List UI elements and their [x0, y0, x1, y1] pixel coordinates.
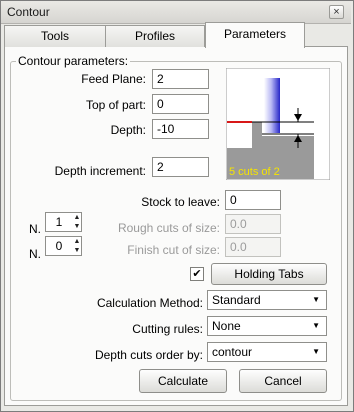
tab-tools[interactable]: Tools — [4, 25, 106, 47]
window-title: Contour — [7, 5, 50, 19]
tab-parameters[interactable]: Parameters — [205, 22, 305, 48]
title-bar[interactable]: Contour × — [1, 1, 351, 24]
spin-up-icon[interactable]: ▲ — [72, 237, 82, 246]
spin-down-icon[interactable]: ▼ — [72, 222, 82, 231]
rough-cuts-field[interactable]: 0.0 — [225, 214, 281, 234]
cutting-rules-value: None — [212, 319, 241, 333]
group-title: Contour parameters: — [16, 54, 131, 68]
chevron-down-icon: ▼ — [312, 295, 320, 304]
depth-cuts-order-value: contour — [212, 345, 253, 359]
tool-shape — [264, 78, 280, 133]
close-button[interactable]: × — [329, 5, 344, 19]
finish-count-value: 0 — [55, 239, 63, 253]
finish-cut-label: Finish cut of size: — [127, 243, 220, 257]
cancel-button[interactable]: Cancel — [239, 369, 327, 393]
stock-to-leave-label: Stock to leave: — [141, 195, 220, 209]
depth-field[interactable]: -10 — [152, 119, 209, 139]
cutting-rules-select[interactable]: None ▼ — [207, 316, 327, 336]
depth-increment-field[interactable]: 2 — [152, 157, 209, 177]
depth-cuts-order-label: Depth cuts order by: — [94, 348, 203, 362]
close-icon: × — [333, 6, 340, 18]
calculate-button[interactable]: Calculate — [139, 369, 227, 393]
finish-count-label: N. — [29, 247, 41, 261]
rough-count-stepper[interactable]: 1 ▲ ▼ — [45, 212, 82, 232]
diagram-caption: 5 cuts of 2 — [229, 166, 280, 178]
top-of-part-label: Top of part: — [85, 98, 146, 112]
depth-increment-label: Depth increment: — [54, 164, 146, 178]
rough-count-label: N. — [29, 222, 41, 236]
feed-plane-label: Feed Plane: — [81, 72, 146, 86]
depth-cuts-order-select[interactable]: contour ▼ — [207, 342, 327, 362]
depth-diagram: 5 cuts of 2 — [225, 67, 331, 181]
stock-to-leave-field[interactable]: 0 — [225, 190, 281, 210]
depth-diagram-image: 5 cuts of 2 — [225, 67, 331, 181]
finish-cut-field[interactable]: 0.0 — [225, 237, 281, 257]
chevron-down-icon: ▼ — [312, 347, 320, 356]
cutting-rules-label: Cutting rules: — [132, 322, 203, 336]
checkmark-icon: ✔ — [192, 268, 202, 280]
holding-tabs-button[interactable]: Holding Tabs — [211, 263, 327, 285]
spin-up-icon[interactable]: ▲ — [72, 213, 82, 222]
calculation-method-value: Standard — [212, 293, 261, 307]
feed-plane-field[interactable]: 2 — [152, 69, 209, 89]
finish-count-stepper[interactable]: 0 ▲ ▼ — [45, 236, 82, 256]
calculation-method-select[interactable]: Standard ▼ — [207, 290, 327, 310]
holding-tabs-checkbox[interactable]: ✔ — [190, 267, 204, 281]
top-of-part-field[interactable]: 0 — [152, 94, 209, 114]
rough-count-value: 1 — [55, 215, 63, 229]
spin-down-icon[interactable]: ▼ — [72, 246, 82, 255]
tab-profiles[interactable]: Profiles — [105, 25, 205, 47]
rough-cuts-label: Rough cuts of size: — [117, 221, 220, 235]
depth-label: Depth: — [110, 123, 146, 137]
calculation-method-label: Calculation Method: — [96, 296, 203, 310]
chevron-down-icon: ▼ — [312, 321, 320, 330]
